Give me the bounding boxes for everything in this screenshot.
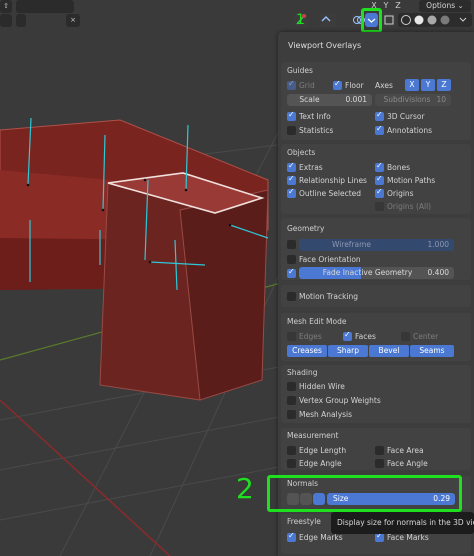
bones-checkbox[interactable]: Bones xyxy=(375,161,455,173)
header-left-button[interactable] xyxy=(0,14,12,27)
motion-tracking-section: Motion Tracking xyxy=(281,285,471,307)
normals-size-tooltip: Display size for normals in the 3D view. xyxy=(331,512,474,534)
annotation-number-1: 1 xyxy=(296,12,305,28)
shading-section: Shading Hidden Wire Vertex Group Weights… xyxy=(281,365,471,423)
edge-marks-check-icon xyxy=(287,531,296,542)
hidden-wire-checkbox[interactable]: Hidden Wire xyxy=(287,381,407,392)
xray-toggle-icon[interactable] xyxy=(382,13,396,27)
relationship-lines-check-icon xyxy=(287,174,296,185)
vertex-group-weights-checkbox[interactable]: Vertex Group Weights xyxy=(287,395,407,406)
transform-pivot-dropdown[interactable] xyxy=(16,0,74,13)
guides-heading: Guides xyxy=(287,66,313,75)
annotations-checkbox[interactable]: Annotations xyxy=(375,124,455,136)
face-orientation-check-icon xyxy=(287,255,296,264)
close-icon[interactable]: × xyxy=(66,14,80,27)
face-area-checkbox[interactable]: Face Area xyxy=(375,445,455,456)
axes-x-toggle[interactable]: X xyxy=(405,79,419,91)
face-angle-checkbox[interactable]: Face Angle xyxy=(375,458,455,469)
floor-check-icon xyxy=(333,79,342,90)
panel-title: Viewport Overlays xyxy=(288,41,362,50)
motion-paths-checkbox[interactable]: Motion Paths xyxy=(375,174,455,186)
options-dropdown[interactable]: Options ⌄ xyxy=(419,0,471,12)
motion-paths-check-icon xyxy=(375,174,384,185)
center-check-icon xyxy=(401,332,410,341)
3d-cursor-checkbox[interactable]: 3D Cursor xyxy=(375,110,455,122)
measurement-section: Measurement Edge Length Face Area Edge A… xyxy=(281,428,471,470)
relationship-lines-checkbox[interactable]: Relationship Lines xyxy=(287,174,372,186)
mesh-analysis-check-icon xyxy=(287,410,296,419)
freestyle-heading: Freestyle xyxy=(287,517,321,526)
face-area-check-icon xyxy=(375,446,384,455)
shading-mode-group[interactable] xyxy=(398,13,472,27)
faces-check-icon xyxy=(343,330,352,341)
grid-check-icon xyxy=(287,79,296,90)
wireframe-slider[interactable]: Wireframe 1.000 xyxy=(299,239,454,251)
mesh-edit-heading: Mesh Edit Mode xyxy=(287,317,347,326)
text-info-checkbox[interactable]: Text Info xyxy=(287,110,372,122)
outline-selected-check-icon xyxy=(287,187,296,198)
header-menu-button[interactable]: ⇧ xyxy=(0,0,12,13)
objects-section: Objects Extras Bones Relationship Lines … xyxy=(281,144,471,214)
statistics-checkbox[interactable]: Statistics xyxy=(287,125,372,136)
text-info-check-icon xyxy=(287,110,296,121)
x-axis-line xyxy=(0,399,171,556)
origins-check-icon xyxy=(375,187,384,198)
highlight-box-normals xyxy=(267,475,462,512)
viewport-header: ⇧ × X Y Z Options ⌄ xyxy=(0,0,474,33)
face-angle-check-icon xyxy=(375,459,384,468)
axes-z-toggle[interactable]: Z xyxy=(437,79,451,91)
objects-heading: Objects xyxy=(287,148,316,157)
outline-selected-checkbox[interactable]: Outline Selected xyxy=(287,187,372,199)
sharp-toggle[interactable]: Sharp xyxy=(328,345,368,357)
viewport-overlays-popover: Viewport Overlays Guides Grid Floor Axes… xyxy=(267,32,474,556)
face-orientation-checkbox[interactable]: Face Orientation xyxy=(287,254,407,265)
guides-section: Guides Grid Floor Axes X Y Z Scale 0.001… xyxy=(281,62,471,140)
shading-heading: Shading xyxy=(287,368,318,377)
vertex-group-weights-check-icon xyxy=(287,396,296,405)
statistics-check-icon xyxy=(287,126,296,135)
seams-toggle[interactable]: Seams xyxy=(410,345,454,357)
bevel-toggle[interactable]: Bevel xyxy=(369,345,409,357)
extras-checkbox[interactable]: Extras xyxy=(287,161,372,173)
edge-angle-check-icon xyxy=(287,459,296,468)
creases-toggle[interactable]: Creases xyxy=(287,345,327,357)
origins-checkbox[interactable]: Origins xyxy=(375,187,455,199)
geometry-heading: Geometry xyxy=(287,224,325,233)
mesh-analysis-checkbox[interactable]: Mesh Analysis xyxy=(287,409,407,420)
origins-all-checkbox[interactable]: Origins (All) xyxy=(375,201,455,212)
header-small-button[interactable] xyxy=(16,14,26,27)
face-marks-check-icon xyxy=(375,531,384,542)
faces-checkbox[interactable]: Faces xyxy=(343,330,393,342)
show-gizmo-dropdown-icon[interactable] xyxy=(320,13,336,27)
edge-angle-checkbox[interactable]: Edge Angle xyxy=(287,458,372,469)
extras-check-icon xyxy=(287,161,296,172)
motion-tracking-check-icon xyxy=(287,292,296,301)
axes-y-toggle[interactable]: Y xyxy=(421,79,435,91)
bones-check-icon xyxy=(375,161,384,172)
annotations-check-icon xyxy=(375,124,384,135)
annotation-number-2: 2 xyxy=(236,472,254,505)
origins-all-check-icon xyxy=(375,202,384,211)
geometry-section: Geometry Wireframe 1.000 Face Orientatio… xyxy=(281,218,471,280)
center-checkbox[interactable]: Center xyxy=(401,331,451,342)
measurement-heading: Measurement xyxy=(287,431,339,440)
3d-cursor-check-icon xyxy=(375,110,384,121)
axis-z-toggle[interactable]: Z xyxy=(392,0,404,11)
axes-label: Axes xyxy=(375,81,393,90)
hidden-wire-check-icon xyxy=(287,382,296,391)
highlight-box-overlays xyxy=(361,8,382,33)
mesh-edit-mode-section: Mesh Edit Mode Edges Faces Center Crease… xyxy=(281,313,471,361)
edge-length-checkbox[interactable]: Edge Length xyxy=(287,445,372,456)
edges-checkbox[interactable]: Edges xyxy=(287,331,337,342)
subdivisions-field[interactable]: Subdivisions 10 xyxy=(375,94,451,106)
scale-field[interactable]: Scale 0.001 xyxy=(287,94,372,106)
edge-length-check-icon xyxy=(287,446,296,455)
edges-check-icon xyxy=(287,332,296,341)
motion-tracking-checkbox[interactable]: Motion Tracking xyxy=(287,291,407,302)
fade-inactive-slider[interactable]: Fade Inactive Geometry 0.400 xyxy=(299,267,454,279)
